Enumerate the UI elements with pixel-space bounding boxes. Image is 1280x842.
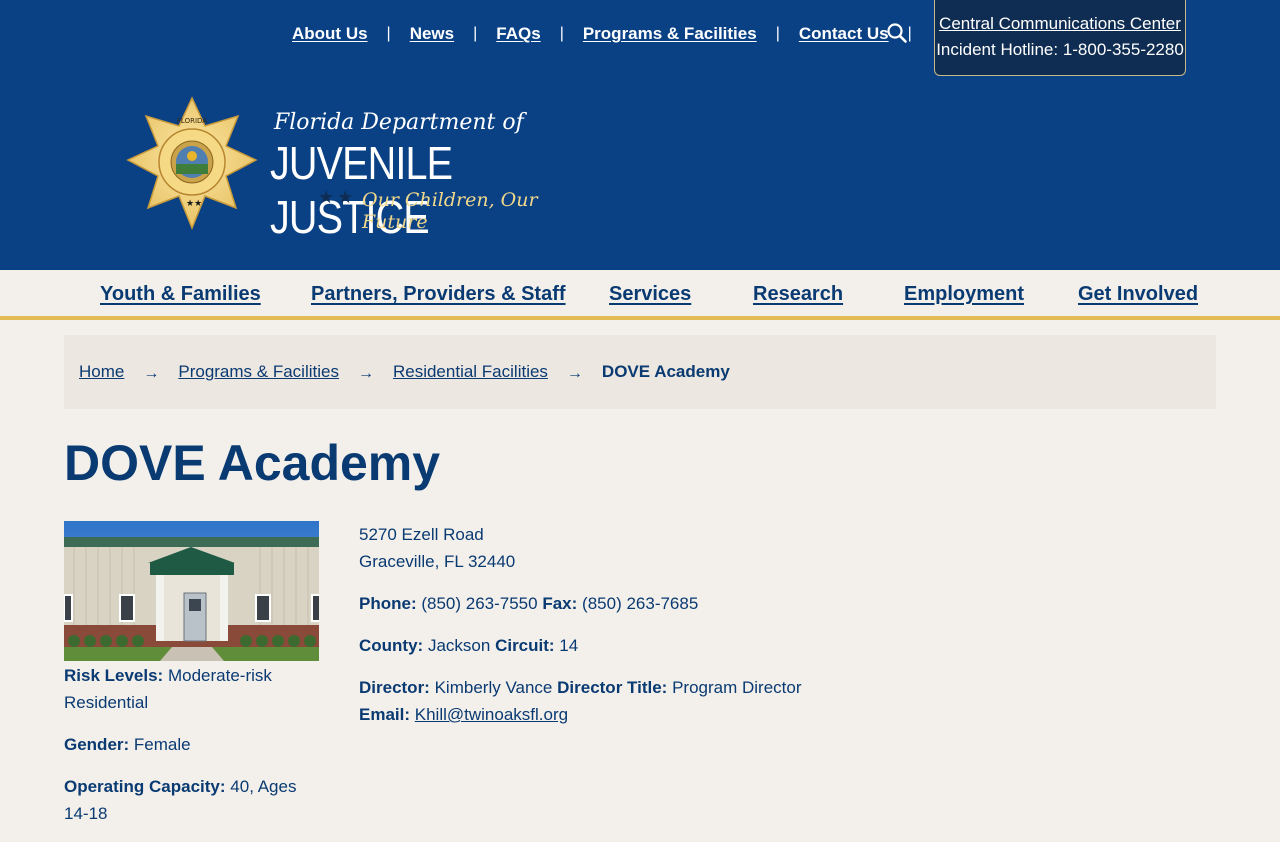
breadcrumb: Home → Programs & Facilities → Residenti… — [64, 335, 1216, 409]
risk-levels-label: Risk Levels: — [64, 666, 164, 685]
svg-text:★★: ★★ — [186, 198, 202, 208]
address-line2: Graceville, FL 32440 — [359, 552, 516, 571]
utility-link-programs-facilities[interactable]: Programs & Facilities — [583, 24, 757, 44]
hotline-box: Central Communications Center Incident H… — [934, 0, 1186, 76]
utility-link-about-us[interactable]: About Us — [292, 24, 368, 44]
gender-value: Female — [133, 735, 191, 754]
logo-script-text: Florida Department of — [274, 110, 524, 135]
nav-research[interactable]: Research — [753, 283, 843, 306]
central-communications-link[interactable]: Central Communications Center — [935, 14, 1185, 34]
director-block: Director: Kimberly Vance Director Title:… — [359, 674, 959, 728]
nav-get-involved[interactable]: Get Involved — [1078, 283, 1198, 306]
circuit-label: Circuit: — [495, 636, 555, 655]
facility-details-left: Risk Levels: Moderate-risk Residential G… — [64, 662, 324, 842]
email-link[interactable]: Khill@twinoaksfl.org — [415, 705, 568, 724]
phone-label: Phone: — [359, 594, 417, 613]
utility-separator: | — [907, 25, 912, 42]
utility-separator: | — [559, 25, 564, 42]
breadcrumb-arrow-icon: → — [566, 365, 583, 382]
breadcrumb-current: DOVE Academy — [601, 362, 730, 381]
director-title-value: Program Director — [672, 678, 802, 697]
director-value: Kimberly Vance — [434, 678, 553, 697]
gender-label: Gender: — [64, 735, 130, 754]
utility-separator: | — [473, 25, 478, 42]
fax-label: Fax: — [542, 594, 578, 613]
gender-row: Gender: Female — [64, 731, 324, 758]
breadcrumb-arrow-icon: → — [357, 365, 374, 382]
county-label: County: — [359, 636, 424, 655]
nav-services[interactable]: Services — [609, 283, 691, 306]
address-block: 5270 Ezell Road Graceville, FL 32440 — [359, 521, 959, 575]
facility-details-right: 5270 Ezell Road Graceville, FL 32440 Pho… — [359, 521, 959, 743]
nav-youth-families[interactable]: Youth & Families — [100, 283, 261, 306]
circuit-value: 14 — [559, 636, 579, 655]
fax-value: (850) 263-7685 — [582, 594, 699, 613]
incident-hotline-text: Incident Hotline: 1-800-355-2280 — [936, 40, 1184, 59]
director-title-label: Director Title: — [557, 678, 668, 697]
site-header: About Us | News | FAQs | Programs & Faci… — [0, 0, 1280, 270]
site-logo[interactable]: FLORIDA ★★ Florida Department of JUVENIL… — [122, 96, 562, 243]
main-nav: Youth & Families Partners, Providers & S… — [0, 270, 1280, 320]
logo-stars-icon: ★★ — [318, 187, 357, 207]
email-label: Email: — [359, 705, 411, 724]
director-label: Director: — [359, 678, 430, 697]
sheriff-star-badge-icon: FLORIDA ★★ — [126, 96, 258, 230]
search-icon[interactable] — [886, 22, 908, 44]
badge-top-text: FLORIDA — [177, 117, 207, 125]
address-line1: 5270 Ezell Road — [359, 525, 484, 544]
phone-value: (850) 263-7550 — [421, 594, 538, 613]
risk-levels-row: Risk Levels: Moderate-risk Residential — [64, 662, 324, 716]
utility-link-faqs[interactable]: FAQs — [496, 24, 540, 44]
breadcrumb-arrow-icon: → — [143, 365, 160, 382]
utility-link-contact-us[interactable]: Contact Us — [799, 24, 889, 44]
county-value: Jackson — [427, 636, 491, 655]
capacity-row: Operating Capacity: 40, Ages 14-18 — [64, 773, 324, 827]
utility-separator: | — [775, 25, 780, 42]
utility-separator: | — [386, 25, 391, 42]
utility-link-news[interactable]: News — [410, 24, 454, 44]
page-title: DOVE Academy — [64, 435, 441, 491]
logo-tagline-text: Our Children, Our Future — [362, 189, 538, 233]
facility-photo — [64, 521, 319, 661]
capacity-label: Operating Capacity: — [64, 777, 226, 796]
nav-employment[interactable]: Employment — [904, 283, 1024, 306]
breadcrumb-residential-facilities[interactable]: Residential Facilities — [393, 362, 548, 382]
phone-fax-row: Phone: (850) 263-7550 Fax: (850) 263-768… — [359, 590, 959, 617]
breadcrumb-home[interactable]: Home — [79, 362, 124, 382]
nav-partners-providers-staff[interactable]: Partners, Providers & Staff — [311, 283, 566, 306]
county-circuit-row: County: Jackson Circuit: 14 — [359, 632, 959, 659]
breadcrumb-programs-facilities[interactable]: Programs & Facilities — [178, 362, 339, 382]
utility-nav: About Us | News | FAQs | Programs & Faci… — [292, 22, 931, 46]
